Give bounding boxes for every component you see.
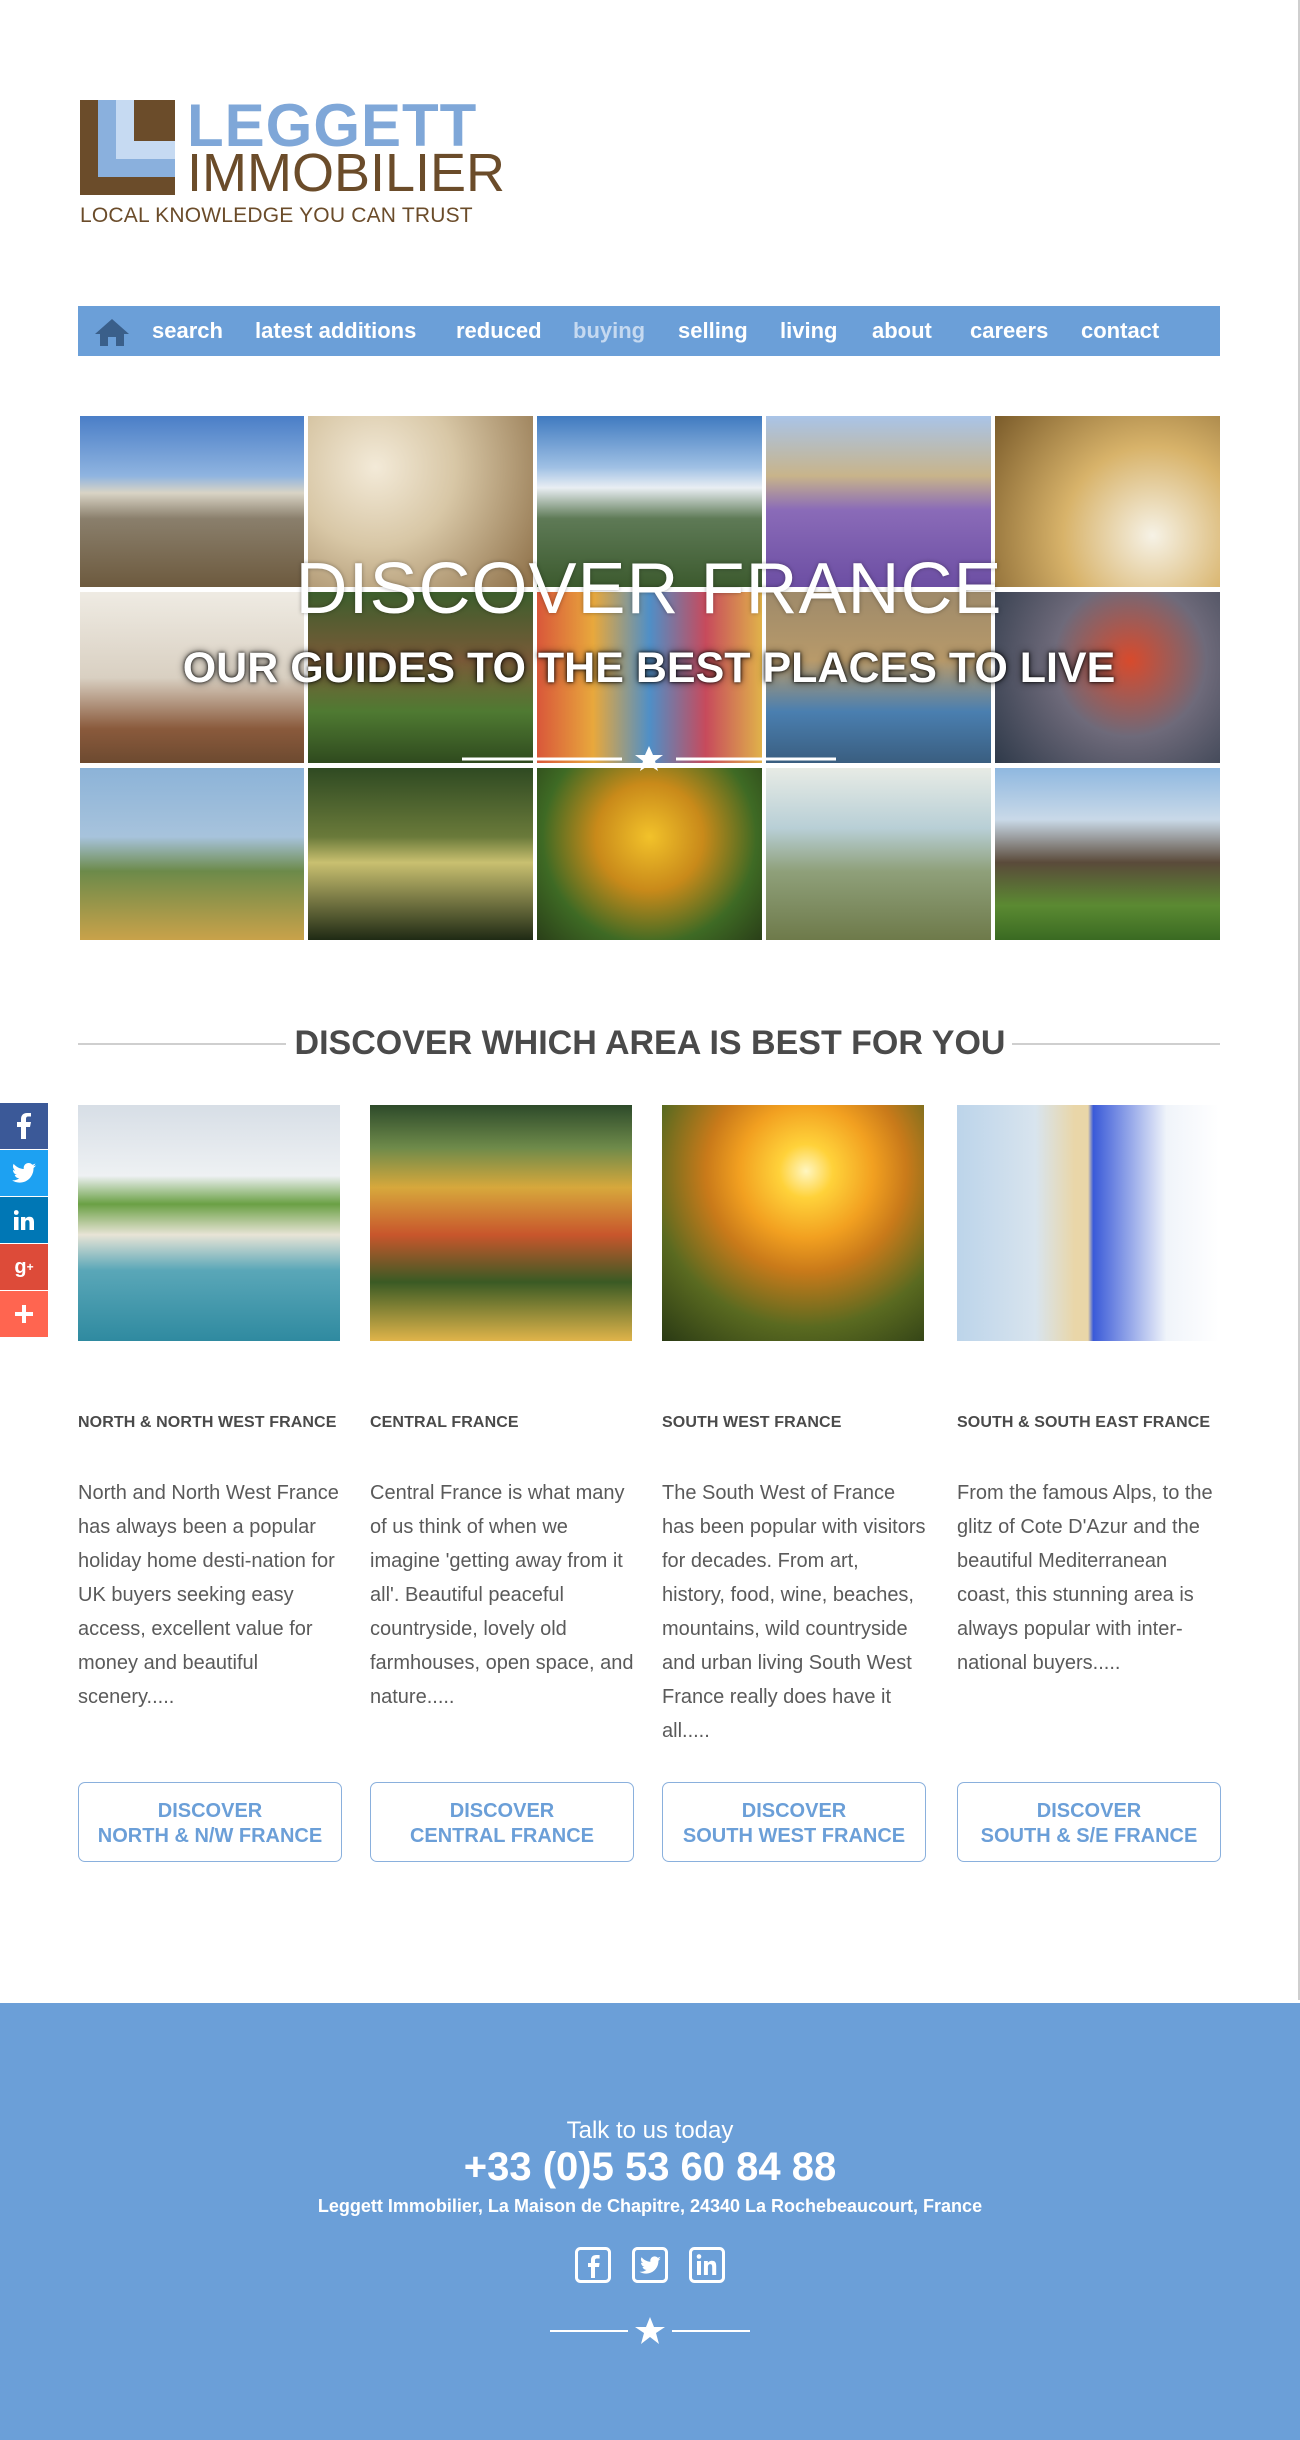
hero-collage[interactable]: DISCOVER FRANCE OUR GUIDES TO THE BEST P…	[78, 414, 1220, 944]
region-title-southwest: SOUTH WEST FRANCE	[662, 1414, 842, 1431]
region-title-southeast: SOUTH & SOUTH EAST FRANCE	[957, 1414, 1211, 1431]
button-line: SOUTH & S/E FRANCE	[980, 1825, 1198, 1847]
star-divider	[462, 746, 836, 771]
button-line: DISCOVER	[157, 1800, 263, 1822]
region-text-southeast: From the famous Alps, to the glitz of Co…	[957, 1482, 1213, 1674]
region-image-north[interactable]	[78, 1105, 340, 1341]
hero-title: DISCOVER FRANCE	[295, 549, 1003, 629]
region-text-north: North and North West France has always b…	[78, 1482, 339, 1708]
main-nav: search latest additions reduced buying s…	[78, 306, 1220, 356]
nav-search[interactable]: search	[152, 306, 223, 356]
google-plus-icon[interactable]: g +	[0, 1244, 48, 1290]
heading-rule-right	[1012, 1043, 1220, 1045]
linkedin-icon[interactable]	[0, 1197, 48, 1243]
logo-title-immobilier: IMMOBILIER	[187, 143, 506, 203]
discover-north-button[interactable]: DISCOVER NORTH & N/W FRANCE	[78, 1782, 342, 1862]
nav-contact[interactable]: contact	[1081, 306, 1159, 356]
linkedin-icon[interactable]	[689, 2247, 725, 2283]
footer: Talk to us today +33 (0)5 53 60 84 88 Le…	[0, 2003, 1300, 2440]
hero-overlay: DISCOVER FRANCE OUR GUIDES TO THE BEST P…	[78, 414, 1220, 944]
nav-living[interactable]: living	[780, 306, 837, 356]
nav-latest-additions[interactable]: latest additions	[255, 306, 416, 356]
logo-tagline: LOCAL KNOWLEDGE YOU CAN TRUST	[80, 204, 473, 227]
logo-mark	[80, 100, 175, 195]
nav-reduced[interactable]: reduced	[456, 306, 542, 356]
footer-phone[interactable]: +33 (0)5 53 60 84 88	[0, 2145, 1300, 2190]
nav-about[interactable]: about	[872, 306, 932, 356]
discover-central-button[interactable]: DISCOVER CENTRAL FRANCE	[370, 1782, 634, 1862]
footer-talk: Talk to us today	[566, 2117, 734, 2144]
footer-address: Leggett Immobilier, La Maison de Chapitr…	[317, 2196, 983, 2216]
nav-selling[interactable]: selling	[678, 306, 748, 356]
nav-careers[interactable]: careers	[970, 306, 1048, 356]
region-title-central: CENTRAL FRANCE	[370, 1414, 519, 1431]
home-icon[interactable]	[94, 318, 130, 346]
button-line: DISCOVER	[449, 1800, 555, 1822]
heading-rule-left	[78, 1043, 286, 1045]
hero-subtitle: OUR GUIDES TO THE BEST PLACES TO LIVE	[182, 644, 1116, 692]
share-plus-icon[interactable]	[0, 1291, 48, 1337]
button-line: NORTH & N/W FRANCE	[97, 1825, 323, 1847]
region-title-north: NORTH & NORTH WEST FRANCE	[78, 1414, 337, 1431]
discover-southeast-button[interactable]: DISCOVER SOUTH & S/E FRANCE	[957, 1782, 1221, 1862]
logo[interactable]: LEGGETT IMMOBILIER LOCAL KNOWLEDGE YOU C…	[80, 96, 505, 235]
region-image-southwest[interactable]	[662, 1105, 924, 1341]
facebook-icon[interactable]	[575, 2247, 611, 2283]
region-text-central: Central France is what many of us think …	[370, 1482, 634, 1708]
button-line: CENTRAL FRANCE	[409, 1825, 595, 1847]
star-divider	[550, 2317, 750, 2344]
region-text-southwest: The South West of France has been popula…	[662, 1482, 926, 1742]
button-line: SOUTH WEST FRANCE	[682, 1825, 906, 1847]
button-line: DISCOVER	[1036, 1800, 1142, 1822]
region-image-central[interactable]	[370, 1105, 632, 1341]
facebook-icon[interactable]	[0, 1103, 48, 1149]
region-image-southeast[interactable]	[957, 1105, 1219, 1341]
section-title: DISCOVER WHICH AREA IS BEST FOR YOU	[294, 1024, 1006, 1062]
discover-southwest-button[interactable]: DISCOVER SOUTH WEST FRANCE	[662, 1782, 926, 1862]
twitter-icon[interactable]	[632, 2247, 668, 2283]
twitter-icon[interactable]	[0, 1150, 48, 1196]
nav-buying[interactable]: buying	[573, 306, 645, 356]
button-line: DISCOVER	[741, 1800, 847, 1822]
